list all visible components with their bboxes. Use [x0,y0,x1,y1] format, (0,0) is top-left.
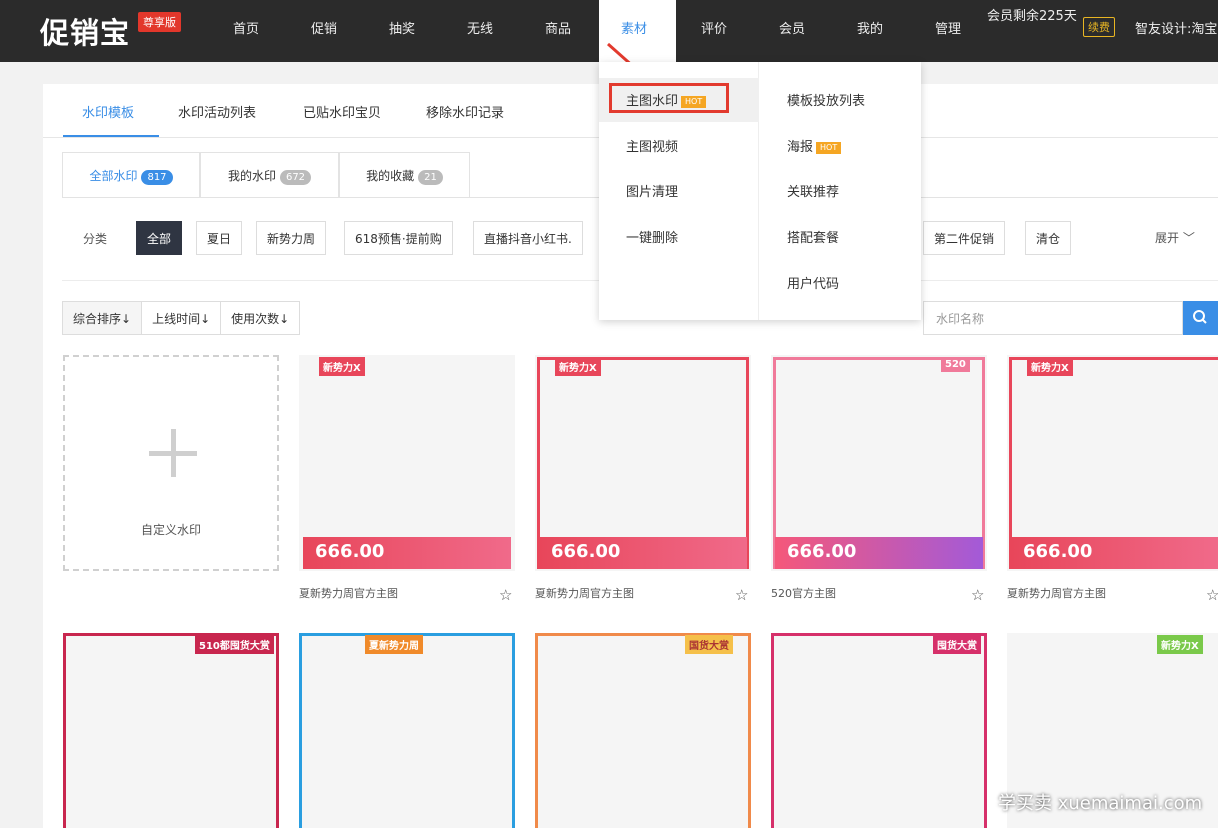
chip-second-item[interactable]: 第二件促销 [923,221,1006,255]
sort-online-time[interactable]: 上线时间↓ [142,302,222,334]
menu-item-main-video[interactable]: 主图视频 [626,136,678,155]
chip-summer[interactable]: 夏日 [196,221,243,255]
sort-overall[interactable]: 综合排序↓ [63,302,143,334]
expand-label: 展开 [1155,231,1180,245]
member-days: 会员剩余225天 [987,9,1077,24]
custom-watermark-card[interactable]: 自定义水印 [63,355,279,571]
nav-member[interactable]: 会员 [779,18,805,37]
card-badge: 新势力X [319,357,365,376]
tab-watermark-activities[interactable]: 水印活动列表 [178,102,256,121]
active-tab-underline [63,135,159,137]
menu-item-label: 海报 [787,140,814,155]
card-badge: 520 [941,357,970,372]
watermark-card[interactable]: 新势力X 666.00 [1007,355,1218,571]
logo[interactable]: 促销宝 [40,10,130,52]
watermark-card[interactable]: 国货大赏 [535,633,751,828]
tab-removal-records[interactable]: 移除水印记录 [426,102,504,121]
tab-watermarked-items[interactable]: 已贴水印宝贝 [303,102,381,121]
card-badge: 新势力X [555,357,601,376]
menu-item-bundle[interactable]: 搭配套餐 [787,227,839,246]
card-badge: 国货大赏 [685,635,733,654]
card-caption: 夏新势力周官方主图 [535,587,634,600]
chip-livestream[interactable]: 直播抖音小红书. [473,221,583,255]
search-button[interactable] [1183,301,1218,335]
dropdown-left-column: 主图水印 HOT 主图视频 图片清理 一键删除 [599,62,759,320]
card-caption: 520官方主图 [771,587,836,600]
tab-label: 我的收藏 [366,169,415,183]
card-caption: 夏新势力周官方主图 [1007,587,1106,600]
tab-my-favorites[interactable]: 我的收藏 21 [339,152,470,198]
material-dropdown-menu: 主图水印 HOT 主图视频 图片清理 一键删除 模板投放列表 海报 HOT 关联推荐… [599,62,921,320]
watermark-card[interactable]: 夏新势力周 [299,633,515,828]
nav-manage[interactable]: 管理 [935,18,961,37]
hot-badge: HOT [681,95,707,108]
expand-toggle[interactable]: 展开 ﹀ [1155,229,1195,246]
card-price: 666.00 [551,541,621,562]
menu-item-image-cleanup[interactable]: 图片清理 [626,181,678,200]
card-frame [535,633,751,828]
nav-lottery[interactable]: 抽奖 [389,18,415,37]
card-caption: 夏新势力周官方主图 [299,587,398,600]
watermark-card[interactable]: 520 666.00 [771,355,987,571]
menu-item-related-recommend[interactable]: 关联推荐 [787,181,839,200]
menu-item-one-click-delete[interactable]: 一键删除 [626,227,678,246]
watermark-card[interactable]: 新势力X 666.00 [535,355,751,571]
menu-item-main-watermark[interactable]: 主图水印 HOT [626,90,707,109]
category-label: 分类 [83,232,108,246]
shop-name[interactable]: 智友设计:淘宝 [1135,18,1217,37]
favorite-star-icon[interactable]: ☆ [971,586,984,604]
tab-all-watermarks[interactable]: 全部水印 817 [62,152,200,198]
chip-clearance[interactable]: 清仓 [1025,221,1072,255]
nav-goods[interactable]: 商品 [545,18,571,37]
search-icon [1193,310,1207,324]
card-frame [299,633,515,828]
favorite-star-icon[interactable]: ☆ [735,586,748,604]
nav-review[interactable]: 评价 [701,18,727,37]
search-input[interactable]: 水印名称 [923,301,1183,335]
nav-promo[interactable]: 促销 [311,18,337,37]
tab-label: 全部水印 [89,169,138,183]
favorite-star-icon[interactable]: ☆ [499,586,512,604]
card-frame [63,633,279,828]
card-badge: 新势力X [1157,635,1203,654]
chevron-down-icon: ﹀ [1182,231,1195,245]
menu-item-user-code[interactable]: 用户代码 [787,273,839,292]
nav-mine[interactable]: 我的 [857,18,883,37]
count-badge: 21 [418,170,443,185]
menu-item-poster[interactable]: 海报 HOT [787,136,842,155]
card-badge: 新势力X [1027,357,1073,376]
tab-label: 我的水印 [227,169,276,183]
chip-all[interactable]: 全部 [136,221,183,255]
site-watermark: 学买卖 xuemaimai.com [998,793,1203,814]
count-badge: 672 [279,170,312,185]
plus-icon-stroke [171,429,176,477]
tab-my-watermarks[interactable]: 我的水印 672 [200,152,339,198]
card-badge: 510都囤货大赏 [195,635,274,654]
watermark-card[interactable]: 510都囤货大赏 [63,633,279,828]
chip-new-power-week[interactable]: 新势力周 [256,221,327,255]
nav-wireless[interactable]: 无线 [467,18,493,37]
card-badge: 囤货大赏 [933,635,981,654]
watermark-card[interactable]: 新势力X 666.00 [299,355,515,571]
card-frame [771,633,987,828]
card-badge: 夏新势力周 [365,635,423,654]
tab-watermark-templates[interactable]: 水印模板 [82,102,134,121]
card-price: 666.00 [1023,541,1093,562]
sort-usage[interactable]: 使用次数↓ [221,302,299,334]
custom-watermark-label: 自定义水印 [140,523,201,537]
nav-home[interactable]: 首页 [233,18,259,37]
chip-618-presale[interactable]: 618预售·提前购 [344,221,453,255]
card-price: 666.00 [315,541,385,562]
menu-item-label: 主图水印 [626,94,679,109]
hot-badge: HOT [816,141,842,154]
renew-button[interactable]: 续费 [1083,17,1115,37]
edition-badge: 尊享版 [138,12,181,32]
card-price: 666.00 [787,541,857,562]
menu-item-template-list[interactable]: 模板投放列表 [787,90,865,109]
watermark-card[interactable]: 囤货大赏 [771,633,987,828]
favorite-star-icon[interactable]: ☆ [1206,586,1218,604]
count-badge: 817 [141,170,173,185]
sort-bar: 综合排序↓ 上线时间↓ 使用次数↓ [62,301,301,335]
